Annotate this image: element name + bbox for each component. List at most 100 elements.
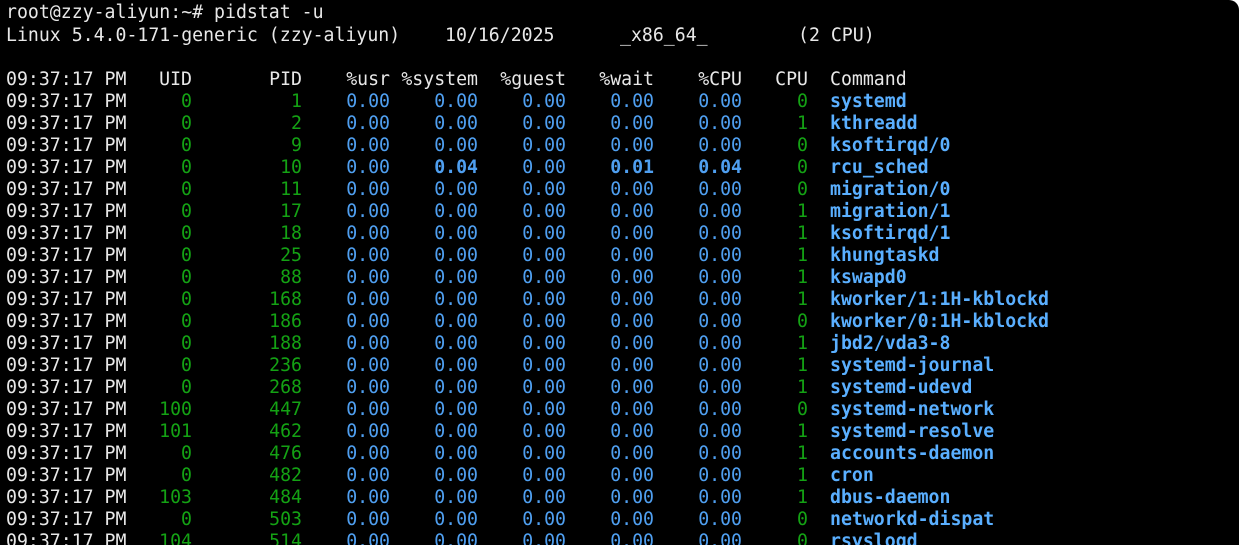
header-pid: PID — [269, 69, 302, 90]
row-wait: 0.00 — [610, 465, 654, 486]
row-time: 09:37:17 PM — [6, 487, 127, 508]
table-row[interactable]: 09:37:17 PM 0 503 0.00 0.00 0.00 0.00 0.… — [6, 509, 994, 531]
row-uid: 0 — [181, 91, 192, 112]
row-uid: 104 — [159, 531, 192, 545]
table-row[interactable]: 09:37:17 PM 0 9 0.00 0.00 0.00 0.00 0.00… — [6, 135, 950, 157]
cpu-count: (2 CPU) — [798, 25, 875, 46]
table-row[interactable]: 09:37:17 PM 0 1 0.00 0.00 0.00 0.00 0.00… — [6, 91, 907, 113]
row-uid: 0 — [181, 333, 192, 354]
row-cpu-percent: 0.00 — [698, 267, 742, 288]
row-command: migration/0 — [830, 179, 951, 200]
row-uid: 0 — [181, 465, 192, 486]
table-row[interactable]: 09:37:17 PM 0 88 0.00 0.00 0.00 0.00 0.0… — [6, 267, 907, 289]
row-pid: 514 — [269, 531, 302, 545]
header-usr: %usr — [346, 69, 390, 90]
row-usr: 0.00 — [346, 91, 390, 112]
row-command: ksoftirqd/0 — [830, 135, 951, 156]
row-usr: 0.00 — [346, 311, 390, 332]
row-cpu: 0 — [797, 531, 808, 545]
row-uid: 0 — [181, 179, 192, 200]
row-usr: 0.00 — [346, 289, 390, 310]
row-pid: 10 — [280, 157, 302, 178]
row-pid: 88 — [280, 267, 302, 288]
row-usr: 0.00 — [346, 531, 390, 545]
row-system: 0.00 — [434, 267, 478, 288]
row-system: 0.00 — [434, 245, 478, 266]
row-system: 0.00 — [434, 223, 478, 244]
row-time: 09:37:17 PM — [6, 223, 127, 244]
row-pid: 188 — [269, 333, 302, 354]
row-time: 09:37:17 PM — [6, 509, 127, 530]
table-row[interactable]: 09:37:17 PM 0 10 0.00 0.04 0.00 0.01 0.0… — [6, 157, 929, 179]
row-uid: 0 — [181, 267, 192, 288]
row-guest: 0.00 — [522, 531, 566, 545]
table-row[interactable]: 09:37:17 PM 0 268 0.00 0.00 0.00 0.00 0.… — [6, 377, 972, 399]
row-guest: 0.00 — [522, 267, 566, 288]
header-time: 09:37:17 PM — [6, 69, 127, 90]
row-uid: 0 — [181, 157, 192, 178]
row-pid: 168 — [269, 289, 302, 310]
row-cpu-percent: 0.00 — [698, 509, 742, 530]
row-cpu-percent: 0.04 — [698, 157, 742, 178]
row-cpu: 1 — [797, 465, 808, 486]
row-command: systemd — [830, 91, 907, 112]
row-command: kthreadd — [830, 113, 918, 134]
row-wait: 0.00 — [610, 201, 654, 222]
row-system: 0.00 — [434, 421, 478, 442]
table-row[interactable]: 09:37:17 PM 104 514 0.00 0.00 0.00 0.00 … — [6, 531, 918, 545]
row-guest: 0.00 — [522, 421, 566, 442]
table-row[interactable]: 09:37:17 PM 101 462 0.00 0.00 0.00 0.00 … — [6, 421, 994, 443]
row-wait: 0.00 — [610, 333, 654, 354]
row-time: 09:37:17 PM — [6, 245, 127, 266]
row-system: 0.00 — [434, 311, 478, 332]
row-command: kworker/0:1H-kblockd — [830, 311, 1049, 332]
row-system: 0.00 — [434, 465, 478, 486]
row-command: kswapd0 — [830, 267, 907, 288]
row-system: 0.00 — [434, 377, 478, 398]
row-cpu: 1 — [797, 443, 808, 464]
table-row[interactable]: 09:37:17 PM 0 236 0.00 0.00 0.00 0.00 0.… — [6, 355, 994, 377]
row-system: 0.00 — [434, 443, 478, 464]
row-pid: 18 — [280, 223, 302, 244]
row-time: 09:37:17 PM — [6, 135, 127, 156]
row-guest: 0.00 — [522, 91, 566, 112]
row-guest: 0.00 — [522, 223, 566, 244]
row-time: 09:37:17 PM — [6, 531, 127, 545]
row-system: 0.04 — [434, 157, 478, 178]
row-uid: 0 — [181, 311, 192, 332]
terminal-window[interactable]: root@zzy-aliyun:~# pidstat -u Linux 5.4.… — [0, 0, 1239, 545]
row-usr: 0.00 — [346, 509, 390, 530]
typed-command: pidstat -u — [214, 2, 324, 23]
row-time: 09:37:17 PM — [6, 157, 127, 178]
row-usr: 0.00 — [346, 201, 390, 222]
row-guest: 0.00 — [522, 443, 566, 464]
row-cpu-percent: 0.00 — [698, 465, 742, 486]
row-pid: 236 — [269, 355, 302, 376]
row-command: dbus-daemon — [830, 487, 951, 508]
architecture: _x86_64_ — [620, 25, 708, 46]
row-guest: 0.00 — [522, 333, 566, 354]
row-cpu: 1 — [797, 201, 808, 222]
row-command: systemd-udevd — [830, 377, 973, 398]
row-cpu: 0 — [797, 91, 808, 112]
table-row[interactable]: 09:37:17 PM 0 168 0.00 0.00 0.00 0.00 0.… — [6, 289, 1049, 311]
table-row[interactable]: 09:37:17 PM 0 25 0.00 0.00 0.00 0.00 0.0… — [6, 245, 940, 267]
table-row[interactable]: 09:37:17 PM 0 188 0.00 0.00 0.00 0.00 0.… — [6, 333, 950, 355]
table-row[interactable]: 09:37:17 PM 100 447 0.00 0.00 0.00 0.00 … — [6, 399, 994, 421]
row-wait: 0.00 — [610, 377, 654, 398]
table-row[interactable]: 09:37:17 PM 0 476 0.00 0.00 0.00 0.00 0.… — [6, 443, 994, 465]
table-row[interactable]: 09:37:17 PM 0 18 0.00 0.00 0.00 0.00 0.0… — [6, 223, 950, 245]
row-guest: 0.00 — [522, 289, 566, 310]
table-row[interactable]: 09:37:17 PM 0 11 0.00 0.00 0.00 0.00 0.0… — [6, 179, 950, 201]
table-row[interactable]: 09:37:17 PM 0 17 0.00 0.00 0.00 0.00 0.0… — [6, 201, 950, 223]
table-row[interactable]: 09:37:17 PM 0 482 0.00 0.00 0.00 0.00 0.… — [6, 465, 874, 487]
row-cpu: 1 — [797, 355, 808, 376]
table-row[interactable]: 09:37:17 PM 0 2 0.00 0.00 0.00 0.00 0.00… — [6, 113, 918, 135]
row-pid: 11 — [280, 179, 302, 200]
row-pid: 482 — [269, 465, 302, 486]
table-row[interactable]: 09:37:17 PM 0 186 0.00 0.00 0.00 0.00 0.… — [6, 311, 1049, 333]
row-usr: 0.00 — [346, 245, 390, 266]
table-row[interactable]: 09:37:17 PM 103 484 0.00 0.00 0.00 0.00 … — [6, 487, 950, 509]
row-usr: 0.00 — [346, 487, 390, 508]
row-pid: 2 — [291, 113, 302, 134]
